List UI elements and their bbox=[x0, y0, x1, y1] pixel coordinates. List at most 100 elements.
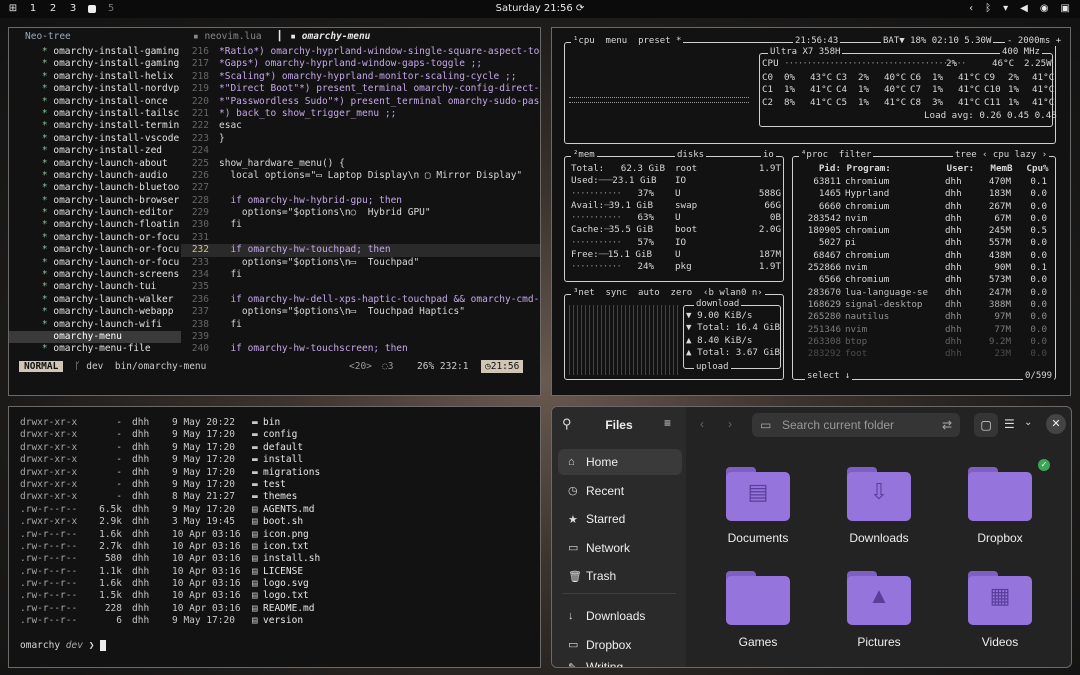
tree-item[interactable]: * omarchy-install-zed bbox=[9, 145, 181, 157]
process-row[interactable]: 251346 nvim dhh 77M 0.0 bbox=[797, 324, 1053, 336]
tree-item[interactable]: * omarchy-launch-wifi bbox=[9, 319, 181, 331]
ls-name[interactable]: ▤ icon.txt bbox=[246, 541, 309, 553]
sidebar-item-starred[interactable]: ★ Starred bbox=[558, 506, 682, 532]
ls-name[interactable]: ▤ boot.sh bbox=[246, 516, 303, 528]
ls-name[interactable]: ▤ icon.png bbox=[246, 529, 309, 541]
sidebar-item-home[interactable]: ⌂ Home bbox=[558, 449, 682, 475]
view-options-chevron-icon[interactable]: ⌄ bbox=[1024, 417, 1032, 428]
ls-name[interactable]: ▤ logo.txt bbox=[246, 590, 309, 602]
code-line[interactable]: 236 if omarchy-hw-dell-xps-haptic-touchp… bbox=[181, 294, 540, 306]
tree-item[interactable]: * omarchy-menu-file bbox=[9, 343, 181, 355]
tree-item[interactable]: * omarchy-launch-audio bbox=[9, 170, 181, 182]
code-line[interactable]: 227 bbox=[181, 182, 540, 194]
process-row[interactable]: 6566 chromium dhh 573M 0.0 bbox=[797, 274, 1053, 286]
code-line[interactable]: 237 options="$options\n▭ Touchpad Haptic… bbox=[181, 306, 540, 318]
code-line[interactable]: 221 *) back_to show_trigger_menu ;; bbox=[181, 108, 540, 120]
tree-item[interactable]: * omarchy-launch-walker bbox=[9, 294, 181, 306]
code-line[interactable]: 229 options="$options\n○ Hybrid GPU" bbox=[181, 207, 540, 219]
update-rate[interactable]: - 2000ms + bbox=[1005, 36, 1064, 46]
code-line[interactable]: 220 *"Passwordless Sudo"*) present_termin… bbox=[181, 96, 540, 108]
tree-item[interactable]: * omarchy-launch-browser bbox=[9, 195, 181, 207]
code-line[interactable]: 217 *Gaps*) omarchy-hyprland-window-gaps-… bbox=[181, 58, 540, 70]
ls-name[interactable]: ▤ version bbox=[246, 615, 303, 627]
code-line[interactable]: 235 bbox=[181, 281, 540, 293]
shell-prompt[interactable]: omarchy dev ❯ bbox=[20, 640, 106, 651]
code-line[interactable]: 226 local options="▭ Laptop Display\n ▢ … bbox=[181, 170, 540, 182]
ls-name[interactable]: ▬ install bbox=[246, 454, 303, 466]
tree-item[interactable]: * omarchy-install-tailsc bbox=[9, 108, 181, 120]
tree-item[interactable]: * omarchy-launch-about bbox=[9, 158, 181, 170]
terminal-window[interactable]: drwxr-xr-x - dhh 9 May 20:22 ▬ bin drwxr-xr-x -… bbox=[8, 406, 541, 668]
sidebar-item-dropbox[interactable]: ▭ Dropbox bbox=[558, 632, 682, 658]
neovim-window[interactable]: Neo-tree * omarchy-install-gaming * omar… bbox=[8, 27, 541, 396]
folder-dropbox[interactable]: Dropbox bbox=[960, 467, 1040, 545]
wifi-icon[interactable]: ▾ bbox=[1003, 3, 1008, 14]
files-window[interactable]: ⚲ Files ≡ ⌂ Home ◷ Recent ★ Starred ▭ Network 🗑 T… bbox=[551, 406, 1072, 668]
process-row[interactable]: 68467 chromium dhh 438M 0.0 bbox=[797, 250, 1053, 262]
ls-name[interactable]: ▬ default bbox=[246, 442, 303, 454]
process-row[interactable]: 283542 nvim dhh 67M 0.0 bbox=[797, 213, 1053, 225]
sidebar-item-downloads[interactable]: ↓ Downloads bbox=[558, 603, 682, 629]
tree-item[interactable]: * omarchy-install-helix bbox=[9, 71, 181, 83]
tree-item[interactable]: * omarchy-install-nordvp bbox=[9, 83, 181, 95]
search-input[interactable]: ▭ Search current folder ⇄ bbox=[752, 413, 960, 437]
code-line[interactable]: 219 *"Direct Boot"*) present_terminal oma… bbox=[181, 83, 540, 95]
folder-pictures[interactable]: ▲ Pictures bbox=[839, 571, 919, 649]
ls-name[interactable]: ▤ install.sh bbox=[246, 553, 320, 565]
chevron-left-icon[interactable]: ‹ bbox=[969, 3, 973, 14]
close-icon[interactable]: ✕ bbox=[1046, 414, 1066, 434]
ls-name[interactable]: ▤ AGENTS.md bbox=[246, 504, 314, 516]
process-row[interactable]: 265280 nautilus dhh 97M 0.0 bbox=[797, 311, 1053, 323]
process-row[interactable]: 283670 lua-language-se dhh 247M 0.0 bbox=[797, 287, 1053, 299]
code-line[interactable]: 218 *Scaling*) omarchy-hyprland-monitor-s… bbox=[181, 71, 540, 83]
code-line[interactable]: 228 if omarchy-hw-hybrid-gpu; then bbox=[181, 195, 540, 207]
code-line[interactable]: 223} bbox=[181, 133, 540, 145]
ls-name[interactable]: ▤ README.md bbox=[246, 603, 314, 615]
tree-item[interactable]: * omarchy-install-once bbox=[9, 96, 181, 108]
process-row[interactable]: 263308 btop dhh 9.2M 0.0 bbox=[797, 336, 1053, 348]
code-line[interactable]: 216 *Ratio*) omarchy-hyprland-window-sing… bbox=[181, 46, 540, 58]
ls-name[interactable]: ▬ bin bbox=[246, 417, 280, 429]
process-row[interactable]: 5027 pi dhh 557M 0.0 bbox=[797, 237, 1053, 249]
folder-documents[interactable]: ▤ Documents bbox=[718, 467, 798, 545]
btop-window[interactable]: ¹cpu menu preset * 21:56:43 BAT▼ 18% 02:… bbox=[551, 27, 1071, 396]
list-view-icon[interactable]: ☰ bbox=[1004, 417, 1015, 431]
tree-item[interactable]: * omarchy-launch-or-focu bbox=[9, 257, 181, 269]
swap-icon[interactable]: ⇄ bbox=[942, 413, 952, 437]
hamburger-menu-icon[interactable]: ≡ bbox=[664, 416, 671, 430]
sidebar-item-writing[interactable]: ✎ Writing bbox=[558, 660, 682, 667]
code-line[interactable]: 230 fi bbox=[181, 219, 540, 231]
back-icon[interactable]: ‹ bbox=[700, 417, 704, 431]
ls-name[interactable]: ▤ LICENSE bbox=[246, 566, 303, 578]
tree-item[interactable]: * omarchy-launch-or-focu bbox=[9, 232, 181, 244]
tree-item[interactable]: * omarchy-launch-or-focu bbox=[9, 244, 181, 256]
process-row[interactable]: 168629 signal-desktop dhh 388M 0.0 bbox=[797, 299, 1053, 311]
code-line[interactable]: 224 bbox=[181, 145, 540, 157]
code-line[interactable]: 240 if omarchy-hw-touchscreen; then bbox=[181, 343, 540, 355]
tree-item[interactable]: * omarchy-install-vscode bbox=[9, 133, 181, 145]
code-line[interactable]: 232 if omarchy-hw-touchpad; then bbox=[181, 244, 540, 257]
volume-icon[interactable]: ◀ bbox=[1020, 3, 1028, 14]
clock[interactable]: Saturday 21:56 bbox=[496, 3, 573, 14]
code-line[interactable]: 238 fi bbox=[181, 319, 540, 331]
forward-icon[interactable]: › bbox=[728, 417, 732, 431]
folder-games[interactable]: Games bbox=[718, 571, 798, 649]
code-line[interactable]: 239 bbox=[181, 331, 540, 343]
tree-item[interactable]: * omarchy-launch-bluetoo bbox=[9, 182, 181, 194]
power-profile-icon[interactable]: ◉ bbox=[1040, 3, 1049, 14]
code-line[interactable]: 222 esac bbox=[181, 120, 540, 132]
ls-name[interactable]: ▬ test bbox=[246, 479, 286, 491]
tree-item[interactable]: * omarchy-install-gaming bbox=[9, 46, 181, 58]
ls-name[interactable]: ▬ config bbox=[246, 429, 297, 441]
tree-item[interactable]: * omarchy-install-gaming bbox=[9, 58, 181, 70]
process-row[interactable]: 180905 chromium dhh 245M 0.5 bbox=[797, 225, 1053, 237]
process-row[interactable]: 63811 chromium dhh 470M 0.1 bbox=[797, 176, 1053, 188]
code-editor[interactable]: ▪ neovim.lua ▎ ▪ omarchy-menu 216 *Ratio*… bbox=[181, 28, 540, 363]
ls-name[interactable]: ▬ migrations bbox=[246, 467, 320, 479]
sidebar-item-recent[interactable]: ◷ Recent bbox=[558, 478, 682, 504]
tree-item[interactable]: * omarchy-install-termin bbox=[9, 120, 181, 132]
tree-item[interactable]: omarchy-menu bbox=[9, 330, 181, 344]
code-line[interactable]: 234 fi bbox=[181, 269, 540, 281]
process-row[interactable]: 283292 foot dhh 23M 0.0 bbox=[797, 348, 1053, 360]
tree-item[interactable]: * omarchy-launch-webapp bbox=[9, 306, 181, 318]
